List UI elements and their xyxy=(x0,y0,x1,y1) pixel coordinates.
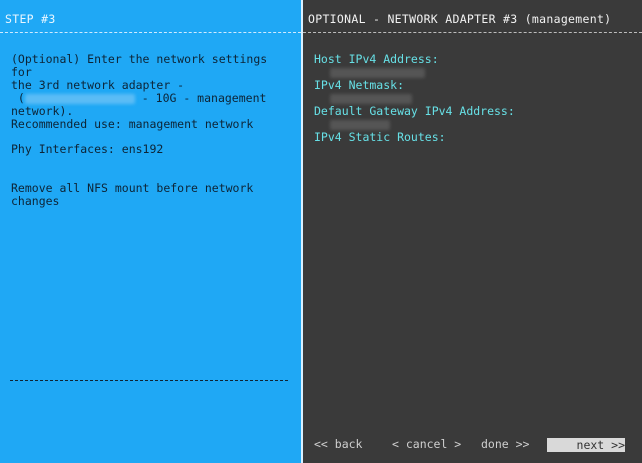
ipv4-netmask-label: IPv4 Netmask: xyxy=(314,78,405,92)
step-description: (Optional) Enter the network settings fo… xyxy=(11,53,293,118)
phy-interfaces: Phy Interfaces: ens192 xyxy=(11,142,164,156)
host-ipv4-label: Host IPv4 Address: xyxy=(314,52,439,66)
done-button[interactable]: done >> xyxy=(481,438,529,451)
bottom-divider xyxy=(10,380,288,381)
back-button[interactable]: << back xyxy=(314,438,362,451)
desc-line-3: ( - 10G - management xyxy=(11,91,267,105)
desc-line-3-suffix: - 10G - management xyxy=(141,91,267,105)
nfs-warning: Remove all NFS mount before network chan… xyxy=(11,182,293,208)
next-button-label: next >> xyxy=(576,438,625,452)
form-title: OPTIONAL - NETWORK ADAPTER #3 (managemen… xyxy=(308,12,612,26)
step-title: STEP #3 xyxy=(5,12,56,26)
redacted-text xyxy=(24,93,135,104)
static-routes-label: IPv4 Static Routes: xyxy=(314,130,446,144)
next-button[interactable]: next >> xyxy=(547,438,625,452)
nfs-line-2: changes xyxy=(11,194,60,208)
step-info-panel: STEP #3 (Optional) Enter the network set… xyxy=(0,0,301,463)
cancel-button[interactable]: < cancel > xyxy=(392,438,461,451)
ipv4-netmask-input[interactable] xyxy=(330,94,412,104)
host-ipv4-input[interactable] xyxy=(330,68,425,78)
default-gateway-label: Default Gateway IPv4 Address: xyxy=(314,104,515,118)
top-divider xyxy=(0,32,301,33)
desc-line-1: (Optional) Enter the network settings fo… xyxy=(11,52,268,79)
recommended-use: Recommended use: management network xyxy=(11,117,254,131)
installer-screen: STEP #3 (Optional) Enter the network set… xyxy=(0,0,642,463)
form-top-divider xyxy=(303,32,642,33)
network-adapter-form: OPTIONAL - NETWORK ADAPTER #3 (managemen… xyxy=(303,0,642,463)
default-gateway-input[interactable] xyxy=(330,120,390,130)
